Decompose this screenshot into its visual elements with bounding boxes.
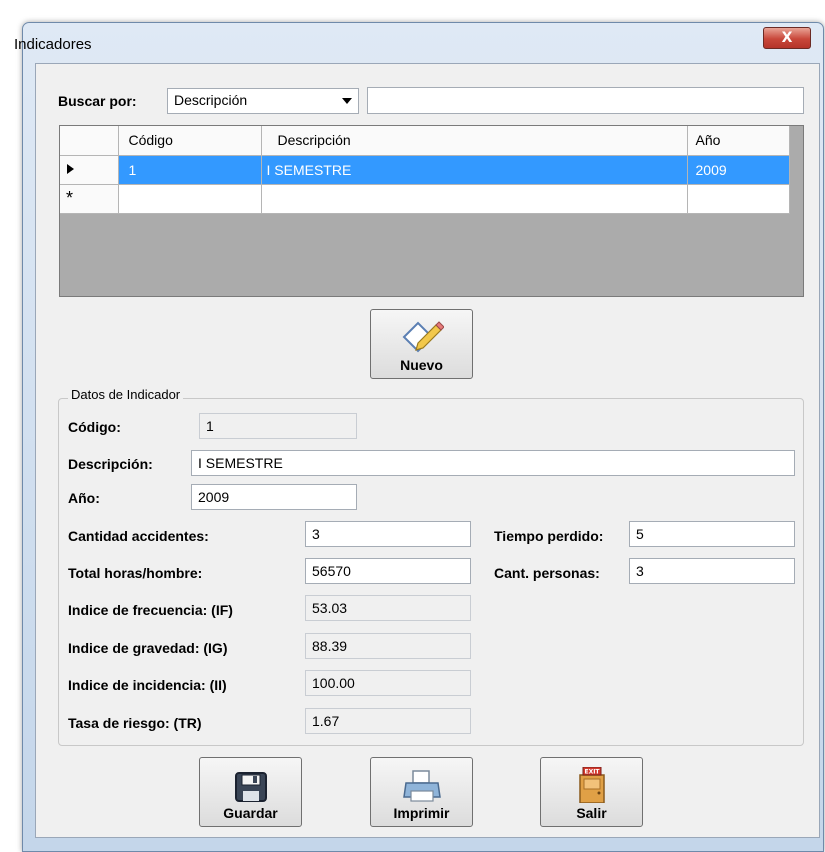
new-cell-codigo[interactable] <box>118 184 262 214</box>
if-label: Indice de frecuencia: (IF) <box>68 602 233 618</box>
tiempo-perdido-label: Tiempo perdido: <box>494 528 604 544</box>
total-horas-field[interactable] <box>305 558 471 584</box>
total-horas-label: Total horas/hombre: <box>68 565 203 581</box>
column-header-codigo[interactable]: Código <box>118 126 262 156</box>
tr-label: Tasa de riesgo: (TR) <box>68 715 202 731</box>
codigo-field[interactable] <box>199 413 357 439</box>
exit-sign-label: EXIT <box>584 769 600 776</box>
new-row-marker-icon: * <box>60 184 119 214</box>
column-header-descripcion[interactable]: Descripción <box>261 126 688 156</box>
row-selector-current[interactable] <box>60 155 119 185</box>
grid-header-row: Código Descripción Año <box>60 126 790 156</box>
cell-codigo[interactable]: 1 <box>118 155 262 185</box>
nuevo-button[interactable]: Nuevo <box>370 309 473 379</box>
salir-button[interactable]: EXIT Salir <box>540 757 643 827</box>
codigo-label: Código: <box>68 419 121 435</box>
cell-anio[interactable]: 2009 <box>687 155 790 185</box>
anio-field[interactable] <box>191 484 357 510</box>
search-by-value: Descripción <box>174 92 248 108</box>
imprimir-label: Imprimir <box>393 805 450 821</box>
edit-pencil-icon <box>402 321 444 353</box>
ii-label: Indice de incidencia: (II) <box>68 677 227 693</box>
data-grid[interactable]: Código Descripción Año 1 I SEMESTRE 2009… <box>59 125 804 297</box>
ig-label: Indice de gravedad: (IG) <box>68 640 228 656</box>
close-button[interactable]: X <box>763 27 811 49</box>
datos-legend: Datos de Indicador <box>68 387 184 402</box>
new-cell-descripcion[interactable] <box>261 184 688 214</box>
guardar-button[interactable]: Guardar <box>199 757 302 827</box>
imprimir-button[interactable]: Imprimir <box>370 757 473 827</box>
descripcion-label: Descripción: <box>68 456 153 472</box>
table-row[interactable]: 1 I SEMESTRE 2009 <box>60 155 790 185</box>
cant-personas-field[interactable] <box>629 558 795 584</box>
window-title: Indicadores <box>14 36 92 53</box>
cell-descripcion[interactable]: I SEMESTRE <box>261 155 688 185</box>
printer-icon <box>402 770 441 802</box>
chevron-down-icon <box>342 98 352 104</box>
anio-label: Año: <box>68 490 100 506</box>
ig-field[interactable] <box>305 633 471 659</box>
cant-accidentes-field[interactable] <box>305 521 471 547</box>
current-row-arrow-icon <box>67 163 74 174</box>
search-label: Buscar por: <box>58 93 137 109</box>
descripcion-field[interactable] <box>191 450 795 476</box>
guardar-label: Guardar <box>223 805 278 821</box>
nuevo-label: Nuevo <box>400 357 443 373</box>
ii-field[interactable] <box>305 670 471 696</box>
new-cell-anio[interactable] <box>687 184 790 214</box>
cant-accidentes-label: Cantidad accidentes: <box>68 528 209 544</box>
column-header-anio[interactable]: Año <box>687 126 790 156</box>
grid-corner-cell <box>60 126 119 156</box>
exit-door-icon: EXIT <box>578 767 605 803</box>
cant-personas-label: Cant. personas: <box>494 565 600 581</box>
search-input[interactable] <box>367 87 804 114</box>
if-field[interactable] <box>305 595 471 621</box>
close-icon: X <box>781 30 793 46</box>
search-by-select[interactable]: Descripción <box>167 88 359 114</box>
salir-label: Salir <box>576 805 607 821</box>
tiempo-perdido-field[interactable] <box>629 521 795 547</box>
new-row[interactable]: * <box>60 184 790 214</box>
save-disk-icon <box>234 772 267 802</box>
tr-field[interactable] <box>305 708 471 734</box>
